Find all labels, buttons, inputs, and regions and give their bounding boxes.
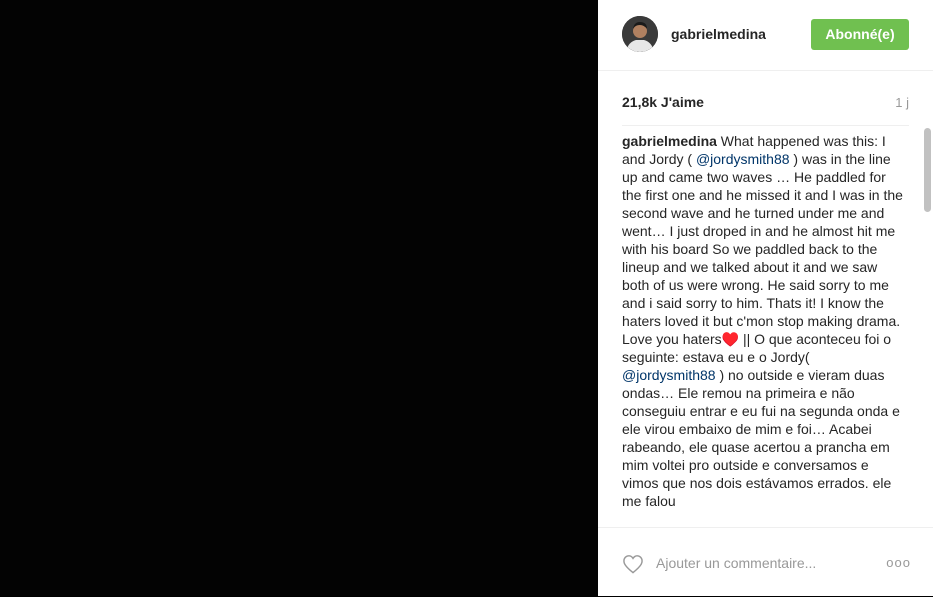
post-media[interactable] <box>0 0 598 596</box>
caption-username[interactable]: gabrielmedina <box>622 133 717 149</box>
comment-footer: ooo <box>598 527 933 597</box>
comment-input[interactable] <box>656 552 866 574</box>
caption-text: gabrielmedina What happened was this: I … <box>622 130 907 510</box>
caption-scrollbar[interactable] <box>924 128 931 212</box>
caption-text-part: ) no outside e vieram duas ondas… Ele re… <box>622 367 900 509</box>
likes-count[interactable]: 21,8k J'aime <box>622 94 704 110</box>
post-author-username[interactable]: gabrielmedina <box>671 26 766 42</box>
post-timestamp[interactable]: 1 j <box>895 95 909 110</box>
follow-button[interactable]: Abonné(e) <box>811 19 909 50</box>
avatar[interactable] <box>622 16 658 52</box>
divider <box>622 125 909 126</box>
more-options-icon[interactable]: ooo <box>886 555 911 570</box>
mention-link[interactable]: @jordysmith88 <box>696 151 790 167</box>
mention-link[interactable]: @jordysmith88 <box>622 367 716 383</box>
heart-icon[interactable] <box>622 554 644 574</box>
post-side-panel: gabrielmedina Abonné(e) 21,8k J'aime 1 j… <box>598 0 933 596</box>
caption-text-part: ) was in the line up and came two waves … <box>622 151 903 365</box>
caption-container[interactable]: gabrielmedina What happened was this: I … <box>622 130 907 527</box>
post-header: gabrielmedina Abonné(e) <box>598 0 933 71</box>
